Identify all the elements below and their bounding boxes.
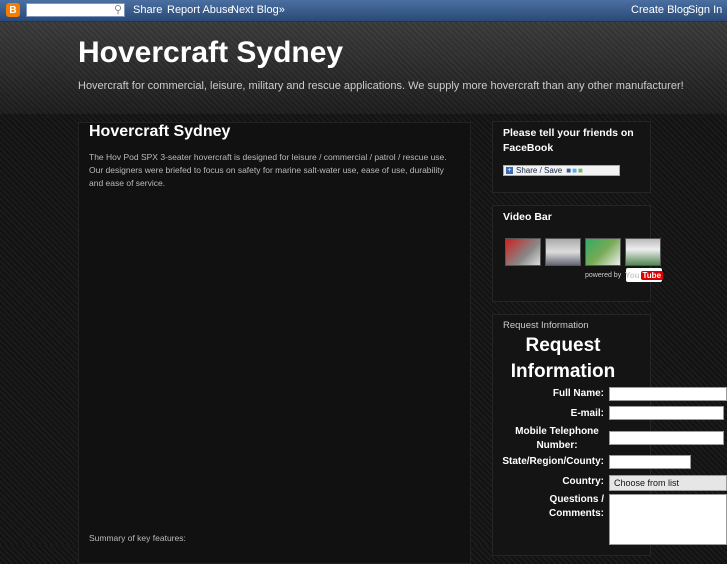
share-save-button[interactable]: + Share / Save ■■■ [503,165,620,176]
mobile-telephone-label: Mobile Telephone Number: [515,426,599,451]
share-save-label: Share / Save [516,166,563,175]
blog-title[interactable]: Hovercraft Sydney [78,36,343,70]
blog-description: Hovercraft for commercial, leisure, mili… [78,80,684,92]
report-abuse-link[interactable]: Report Abuse [167,4,234,16]
next-blog-link[interactable]: Next Blog» [231,4,285,16]
widget-title: Video Bar [503,211,552,223]
country-label: Country: [562,476,604,487]
plus-icon: + [506,167,513,174]
search-input[interactable] [27,4,111,17]
full-name-label: Full Name: [552,388,604,399]
create-blog-link[interactable]: Create Blog [631,4,689,16]
video-thumbnail[interactable] [505,238,541,266]
widget-title: Request Information [503,320,589,331]
youtube-logo-you: You [624,270,640,280]
video-bar-widget: Video Bar powered by You Tube [492,205,664,302]
video-thumbnail[interactable] [545,238,581,266]
share-link[interactable]: Share [133,4,162,16]
mobile-telephone-field[interactable] [609,431,724,445]
state-region-field[interactable] [609,455,691,469]
widget-title: Please tell your friends on FaceBook [503,127,634,154]
youtube-logo-tube: Tube [640,270,664,280]
country-select[interactable]: Choose from list [609,475,727,491]
post-summary-heading: Summary of key features: [89,533,186,543]
main-post: Hovercraft Sydney The Hov Pod SPX 3-seat… [78,122,471,564]
navbar: B ⚲ Share Report Abuse Next Blog» Create… [0,0,727,22]
navbar-search[interactable]: ⚲ [26,3,125,17]
post-title[interactable]: Hovercraft Sydney [89,123,230,141]
full-name-field[interactable] [609,387,727,401]
blogger-logo-icon[interactable]: B [6,3,20,17]
request-info-heading: Request Information [510,335,616,382]
email-field[interactable] [609,406,724,420]
youtube-logo-icon[interactable]: You Tube [624,268,664,282]
powered-by-label: powered by [585,272,622,279]
questions-comments-label: Questions / Comments: [548,494,604,519]
email-label: E-mail: [570,408,604,419]
video-thumbnail[interactable] [585,238,621,266]
facebook-share-widget: Please tell your friends on FaceBook + S… [492,121,651,193]
sign-in-link[interactable]: Sign In [688,4,722,16]
social-icons: ■■■ [566,166,584,175]
state-region-label: State/Region/County: [502,456,604,467]
video-thumbnail[interactable] [625,238,661,266]
search-icon[interactable]: ⚲ [114,3,122,16]
post-body: The Hov Pod SPX 3-seater hovercraft is d… [89,152,447,188]
questions-comments-textarea[interactable] [609,494,727,545]
